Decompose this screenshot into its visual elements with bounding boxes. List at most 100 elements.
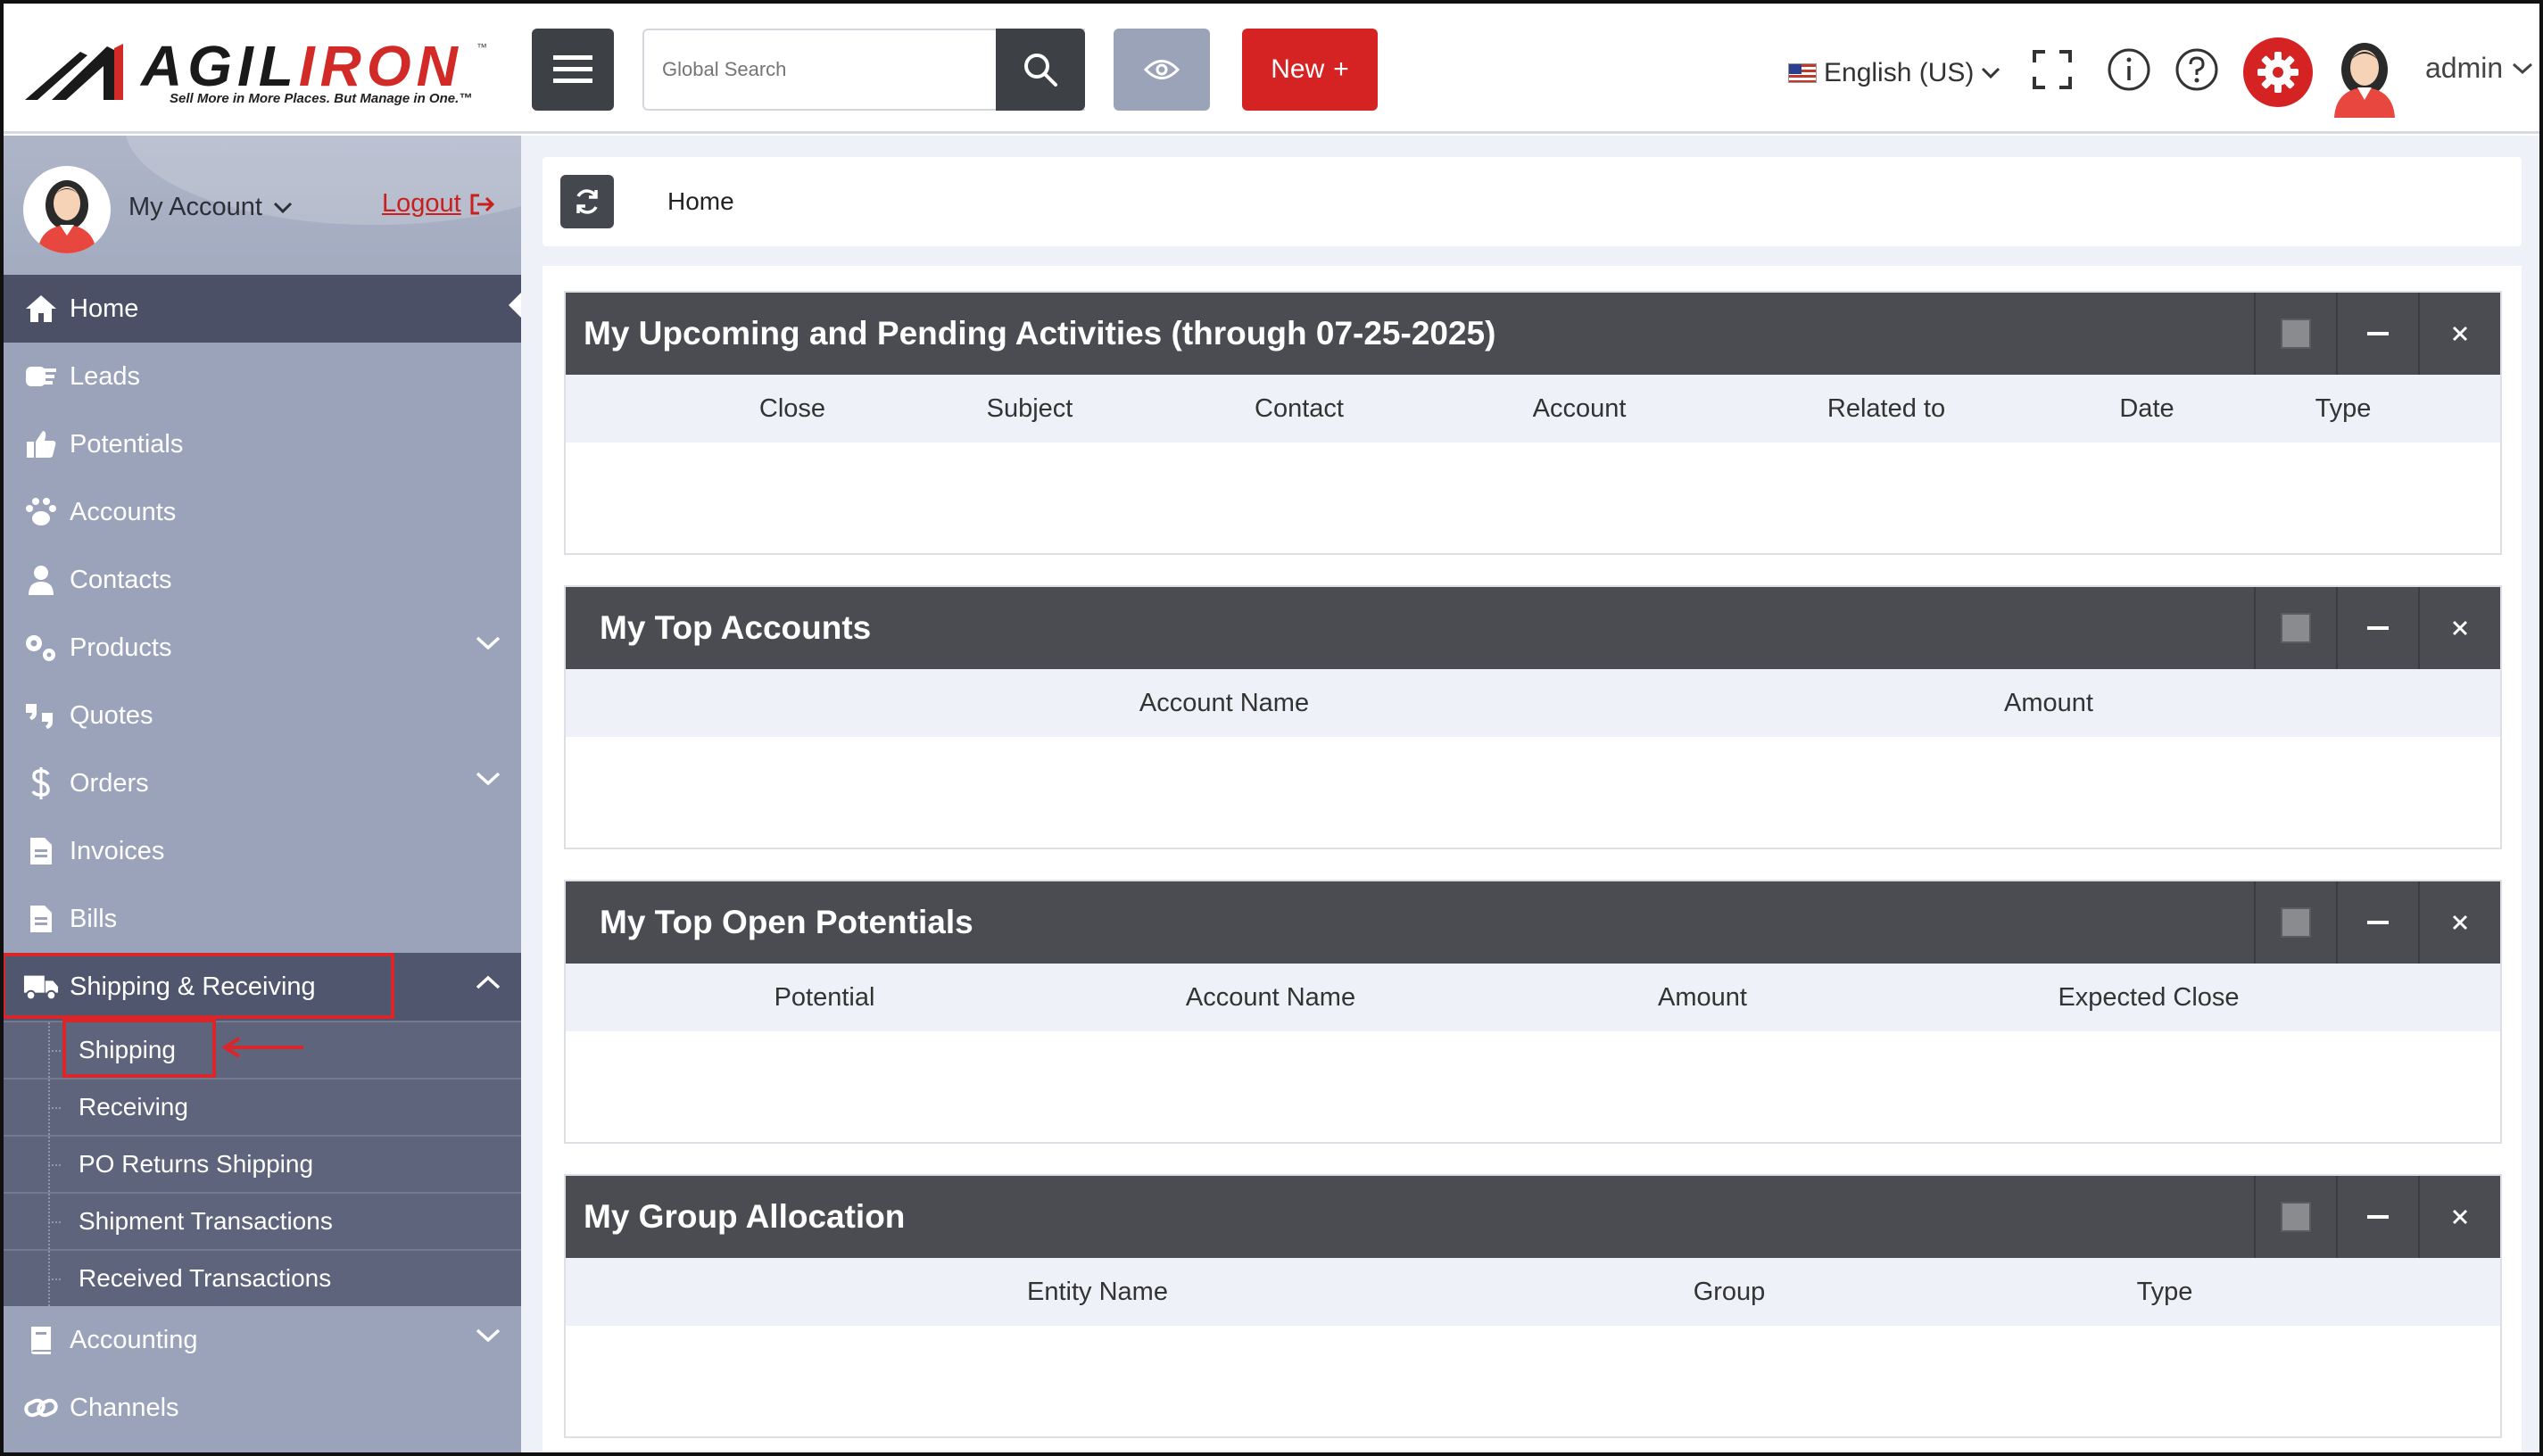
settings-button[interactable] [2243,37,2313,107]
column-header[interactable]: Group [1694,1278,1766,1307]
sidebar-item-label: Leads [70,361,141,391]
widget-maximize-button[interactable] [2254,1176,2336,1258]
sidebar-item-accounting[interactable]: Accounting [0,1306,521,1374]
widget-body [566,737,2500,848]
sidebar-item-label: Quotes [70,700,153,730]
dashboard: My Upcoming and Pending Activities (thro… [543,266,2522,1456]
annotation-arrow-icon [221,1037,303,1058]
sidebar-item-label: Orders [70,768,149,798]
widget-title: My Upcoming and Pending Activities (thro… [584,315,1496,352]
preview-button[interactable] [1114,29,1210,111]
sidebar-item-orders[interactable]: Orders [0,749,521,817]
widget-header: My Upcoming and Pending Activities (thro… [566,293,2500,375]
widget-close-button[interactable] [2418,1176,2500,1258]
widget-maximize-button[interactable] [2254,881,2336,964]
minus-icon [2367,626,2389,630]
close-icon [2452,914,2468,931]
square-icon [2281,907,2311,938]
column-header[interactable]: Related to [1827,394,1945,424]
logout-link[interactable]: Logout [382,189,495,219]
hamburger-icon [553,55,592,83]
highlight-shipping-receiving [2,953,394,1019]
column-header[interactable]: Entity Name [1027,1278,1168,1307]
refresh-button[interactable] [560,175,614,228]
widget-title: My Group Allocation [584,1198,906,1235]
sidebar-item-label: Invoices [70,836,165,865]
widget-header: My Group Allocation [566,1176,2500,1258]
sidebar-item-products[interactable]: Products [0,614,521,682]
widget-title: My Top Open Potentials [600,904,973,940]
widget-minimize-button[interactable] [2336,1176,2418,1258]
minus-icon [2367,1215,2389,1219]
sidebar-item-bills[interactable]: Bills [0,885,521,953]
gears-icon [23,632,59,664]
user-avatar[interactable] [2331,34,2398,118]
gear-icon [2257,52,2299,93]
column-header[interactable]: Amount [2004,689,2093,718]
search-button[interactable] [996,29,1085,111]
widget-close-button[interactable] [2418,881,2500,964]
fullscreen-button[interactable] [2029,46,2075,93]
column-header[interactable]: Contact [1255,394,1344,424]
column-header[interactable]: Type [2137,1278,2193,1307]
sidebar-item-potentials[interactable]: Potentials [0,410,521,478]
column-header[interactable]: Account Name [1139,689,1309,718]
user-menu[interactable]: admin [2425,52,2533,85]
fullscreen-icon [2033,50,2072,89]
widget-maximize-button[interactable] [2254,293,2336,375]
sidebar-item-channels[interactable]: Channels [0,1374,521,1442]
widget-maximize-button[interactable] [2254,587,2336,669]
submenu-item-receiving[interactable]: Receiving [0,1078,521,1135]
square-icon [2281,318,2311,349]
info-button[interactable] [2106,46,2152,93]
close-icon [2452,620,2468,636]
logout-label: Logout [382,189,461,218]
chevron-down-icon [476,772,501,786]
submenu-item-shipment-transactions[interactable]: Shipment Transactions [0,1192,521,1249]
column-header[interactable]: Potential [774,983,875,1013]
sidebar-item-label: Channels [70,1393,179,1422]
widget-minimize-button[interactable] [2336,293,2418,375]
submenu-item-po-returns-shipping[interactable]: PO Returns Shipping [0,1135,521,1192]
refresh-icon [576,189,598,214]
help-button[interactable] [2174,46,2220,93]
column-header[interactable]: Subject [987,394,1073,424]
avatar-icon [2334,43,2395,118]
sidebar-item-contacts[interactable]: Contacts [0,546,521,614]
language-selector[interactable]: English (US) [1788,54,2000,93]
widget-close-button[interactable] [2418,293,2500,375]
new-button[interactable]: New + [1242,29,1378,111]
hamburger-menu-button[interactable] [532,29,614,111]
widget-minimize-button[interactable] [2336,881,2418,964]
sidebar-item-home[interactable]: Home [0,275,521,343]
column-header[interactable]: Account [1533,394,1627,424]
sidebar-item-label: Contacts [70,565,172,594]
agiliron-logo[interactable]: AGILIRON ™ Sell More in More Places. But… [25,37,489,111]
column-header[interactable]: Type [2315,394,2372,424]
column-header[interactable]: Account Name [1186,983,1355,1013]
minus-icon [2367,332,2389,335]
my-account-label: My Account [128,193,262,221]
sidebar-item-quotes[interactable]: Quotes [0,682,521,749]
paw-icon [23,496,59,528]
column-header[interactable]: Amount [1658,983,1747,1013]
column-header[interactable]: Close [759,394,825,424]
widget-close-button[interactable] [2418,587,2500,669]
sidebar-item-label: Accounting [70,1325,198,1354]
sidebar-item-invoices[interactable]: Invoices [0,817,521,885]
column-header[interactable]: Expected Close [2058,983,2239,1013]
breadcrumb-home[interactable]: Home [667,187,734,216]
my-account-dropdown[interactable]: My Account [128,193,293,222]
highlight-shipping [62,1019,216,1078]
widget-column-headers: Potential Account Name Amount Expected C… [566,964,2500,1031]
widget-minimize-button[interactable] [2336,587,2418,669]
chevron-down-icon [1982,67,2000,79]
close-icon [2452,1209,2468,1225]
column-header[interactable]: Date [2119,394,2174,424]
submenu-item-received-transactions[interactable]: Received Transactions [0,1249,521,1306]
sidebar-item-label: Accounts [70,497,177,526]
widget-column-headers: Account Name Amount [566,669,2500,737]
sidebar-item-accounts[interactable]: Accounts [0,478,521,546]
sidebar-avatar[interactable] [23,166,111,253]
sidebar-item-leads[interactable]: Leads [0,343,521,410]
